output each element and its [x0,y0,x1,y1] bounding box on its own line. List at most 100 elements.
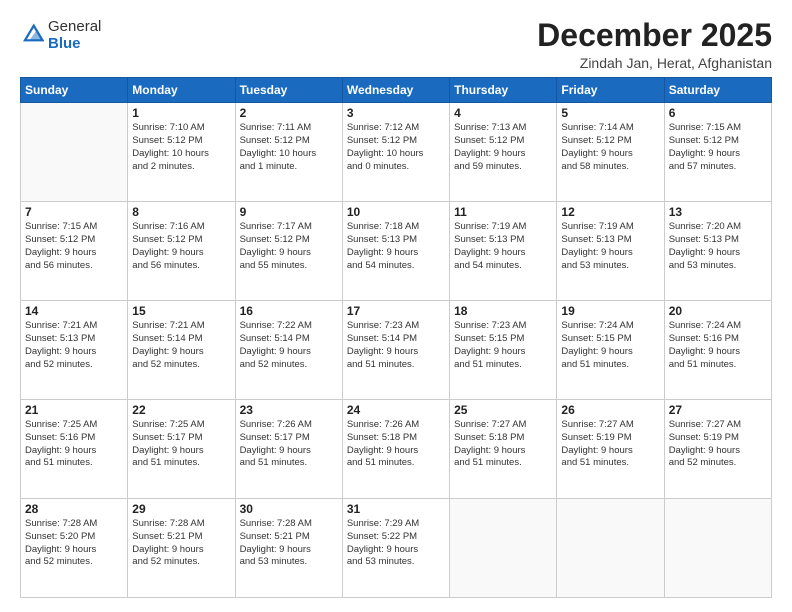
day-number: 25 [454,403,552,417]
calendar-week-2: 14 Sunrise: 7:21 AMSunset: 5:13 PMDayligh… [21,301,772,400]
day-info: Sunrise: 7:18 AMSunset: 5:13 PMDaylight:… [347,221,445,272]
calendar-cell: 6 Sunrise: 7:15 AMSunset: 5:12 PMDaylight… [664,103,771,202]
day-number: 1 [132,106,230,120]
day-info: Sunrise: 7:24 AMSunset: 5:16 PMDaylight:… [669,320,767,371]
day-number: 7 [25,205,123,219]
logo: General Blue [20,18,101,53]
calendar-week-0: 1 Sunrise: 7:10 AMSunset: 5:12 PMDaylight… [21,103,772,202]
day-number: 9 [240,205,338,219]
day-number: 18 [454,304,552,318]
calendar-cell: 27Sunrise: 7:27 AMSunset: 5:19 PMDayligh… [664,400,771,499]
day-number: 22 [132,403,230,417]
day-info: Sunrise: 7:12 AMSunset: 5:12 PMDaylight:… [347,122,445,173]
day-number: 29 [132,502,230,516]
calendar-week-1: 7 Sunrise: 7:15 AMSunset: 5:12 PMDaylight… [21,202,772,301]
day-number: 5 [561,106,659,120]
day-info: Sunrise: 7:13 AMSunset: 5:12 PMDaylight:… [454,122,552,173]
day-info: Sunrise: 7:22 AMSunset: 5:14 PMDaylight:… [240,320,338,371]
day-number: 21 [25,403,123,417]
day-number: 24 [347,403,445,417]
calendar-cell: 11 Sunrise: 7:19 AMSunset: 5:13 PMDayligh… [450,202,557,301]
calendar-header-row: SundayMondayTuesdayWednesdayThursdayFrid… [21,78,772,103]
logo-icon [22,22,44,44]
calendar-cell [557,499,664,598]
day-info: Sunrise: 7:27 AMSunset: 5:19 PMDaylight:… [669,419,767,470]
header: General Blue December 2025 Zindah Jan, H… [20,18,772,71]
day-info: Sunrise: 7:15 AMSunset: 5:12 PMDaylight:… [669,122,767,173]
page: General Blue December 2025 Zindah Jan, H… [0,0,792,612]
calendar-cell: 24 Sunrise: 7:26 AMSunset: 5:18 PMDayligh… [342,400,449,499]
calendar-cell: 7 Sunrise: 7:15 AMSunset: 5:12 PMDaylight… [21,202,128,301]
calendar-cell: 1 Sunrise: 7:10 AMSunset: 5:12 PMDaylight… [128,103,235,202]
day-info: Sunrise: 7:11 AMSunset: 5:12 PMDaylight:… [240,122,338,173]
calendar-cell: 19Sunrise: 7:24 AMSunset: 5:15 PMDayligh… [557,301,664,400]
calendar-cell: 16 Sunrise: 7:22 AMSunset: 5:14 PMDayligh… [235,301,342,400]
day-info: Sunrise: 7:23 AMSunset: 5:15 PMDaylight:… [454,320,552,371]
day-info: Sunrise: 7:17 AMSunset: 5:12 PMDaylight:… [240,221,338,272]
day-number: 15 [132,304,230,318]
day-number: 6 [669,106,767,120]
day-info: Sunrise: 7:25 AMSunset: 5:17 PMDaylight:… [132,419,230,470]
logo-general: General [48,18,101,35]
calendar-week-4: 28 Sunrise: 7:28 AMSunset: 5:20 PMDayligh… [21,499,772,598]
day-number: 23 [240,403,338,417]
month-title: December 2025 [537,18,772,53]
calendar-cell [450,499,557,598]
calendar-cell: 9 Sunrise: 7:17 AMSunset: 5:12 PMDaylight… [235,202,342,301]
calendar-cell: 17Sunrise: 7:23 AMSunset: 5:14 PMDayligh… [342,301,449,400]
calendar-cell: 2Sunrise: 7:11 AMSunset: 5:12 PMDaylight… [235,103,342,202]
day-number: 28 [25,502,123,516]
day-info: Sunrise: 7:26 AMSunset: 5:17 PMDaylight:… [240,419,338,470]
day-number: 8 [132,205,230,219]
day-info: Sunrise: 7:27 AMSunset: 5:18 PMDaylight:… [454,419,552,470]
calendar-week-3: 21 Sunrise: 7:25 AMSunset: 5:16 PMDayligh… [21,400,772,499]
day-info: Sunrise: 7:15 AMSunset: 5:12 PMDaylight:… [25,221,123,272]
calendar-cell: 5 Sunrise: 7:14 AMSunset: 5:12 PMDaylight… [557,103,664,202]
calendar-header-friday: Friday [557,78,664,103]
day-number: 17 [347,304,445,318]
calendar-cell: 29Sunrise: 7:28 AMSunset: 5:21 PMDayligh… [128,499,235,598]
day-number: 14 [25,304,123,318]
day-number: 11 [454,205,552,219]
day-info: Sunrise: 7:19 AMSunset: 5:13 PMDaylight:… [454,221,552,272]
calendar-header-monday: Monday [128,78,235,103]
calendar-cell: 22 Sunrise: 7:25 AMSunset: 5:17 PMDayligh… [128,400,235,499]
day-info: Sunrise: 7:24 AMSunset: 5:15 PMDaylight:… [561,320,659,371]
day-number: 10 [347,205,445,219]
calendar-header-wednesday: Wednesday [342,78,449,103]
day-info: Sunrise: 7:29 AMSunset: 5:22 PMDaylight:… [347,518,445,569]
calendar-cell: 14 Sunrise: 7:21 AMSunset: 5:13 PMDayligh… [21,301,128,400]
day-info: Sunrise: 7:21 AMSunset: 5:13 PMDaylight:… [25,320,123,371]
day-number: 26 [561,403,659,417]
day-info: Sunrise: 7:14 AMSunset: 5:12 PMDaylight:… [561,122,659,173]
calendar-cell: 28 Sunrise: 7:28 AMSunset: 5:20 PMDayligh… [21,499,128,598]
day-number: 3 [347,106,445,120]
calendar-cell: 4 Sunrise: 7:13 AMSunset: 5:12 PMDaylight… [450,103,557,202]
calendar-header-thursday: Thursday [450,78,557,103]
calendar-cell: 23 Sunrise: 7:26 AMSunset: 5:17 PMDayligh… [235,400,342,499]
calendar-cell: 12Sunrise: 7:19 AMSunset: 5:13 PMDayligh… [557,202,664,301]
calendar-cell: 26 Sunrise: 7:27 AMSunset: 5:19 PMDayligh… [557,400,664,499]
day-info: Sunrise: 7:28 AMSunset: 5:20 PMDaylight:… [25,518,123,569]
day-info: Sunrise: 7:16 AMSunset: 5:12 PMDaylight:… [132,221,230,272]
calendar-cell: 10 Sunrise: 7:18 AMSunset: 5:13 PMDayligh… [342,202,449,301]
calendar-header-tuesday: Tuesday [235,78,342,103]
calendar-cell: 8 Sunrise: 7:16 AMSunset: 5:12 PMDaylight… [128,202,235,301]
day-number: 16 [240,304,338,318]
day-info: Sunrise: 7:20 AMSunset: 5:13 PMDaylight:… [669,221,767,272]
day-number: 20 [669,304,767,318]
day-info: Sunrise: 7:27 AMSunset: 5:19 PMDaylight:… [561,419,659,470]
calendar-cell: 15Sunrise: 7:21 AMSunset: 5:14 PMDayligh… [128,301,235,400]
calendar-cell: 30Sunrise: 7:28 AMSunset: 5:21 PMDayligh… [235,499,342,598]
day-info: Sunrise: 7:28 AMSunset: 5:21 PMDaylight:… [240,518,338,569]
location: Zindah Jan, Herat, Afghanistan [537,55,772,71]
calendar-cell: 18 Sunrise: 7:23 AMSunset: 5:15 PMDayligh… [450,301,557,400]
calendar-cell [21,103,128,202]
calendar-cell: 31Sunrise: 7:29 AMSunset: 5:22 PMDayligh… [342,499,449,598]
calendar-cell: 20 Sunrise: 7:24 AMSunset: 5:16 PMDayligh… [664,301,771,400]
day-info: Sunrise: 7:10 AMSunset: 5:12 PMDaylight:… [132,122,230,173]
day-info: Sunrise: 7:26 AMSunset: 5:18 PMDaylight:… [347,419,445,470]
day-info: Sunrise: 7:19 AMSunset: 5:13 PMDaylight:… [561,221,659,272]
day-info: Sunrise: 7:25 AMSunset: 5:16 PMDaylight:… [25,419,123,470]
day-number: 4 [454,106,552,120]
